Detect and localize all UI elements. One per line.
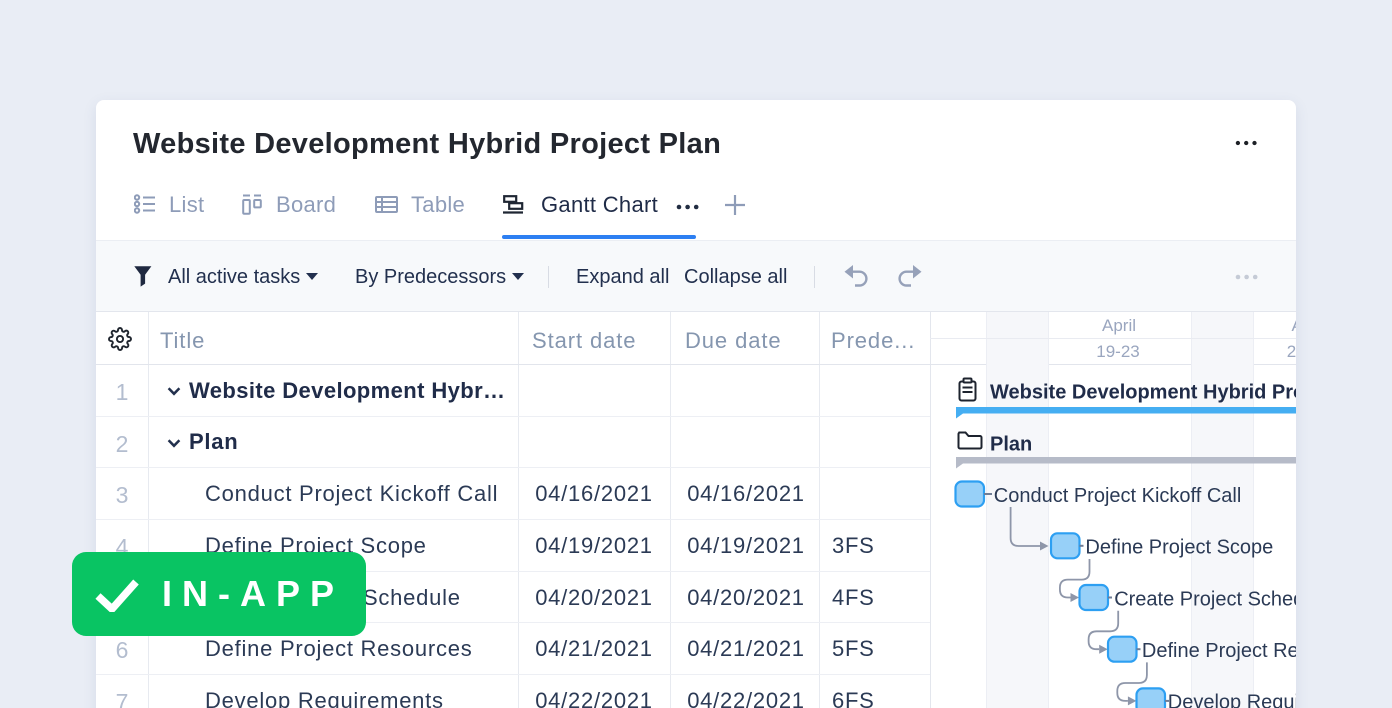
svg-text:April: April — [1102, 316, 1136, 335]
svg-text:Create Project Schedule: Create Project Schedule — [1114, 588, 1296, 610]
svg-text:April: April — [1291, 316, 1296, 335]
svg-text:26-30: 26-30 — [1287, 342, 1296, 361]
svg-text:19-23: 19-23 — [1096, 342, 1139, 361]
svg-text:Develop Requirements: Develop Requirements — [1168, 692, 1296, 708]
svg-text:Define Project Resources: Define Project Resources — [1142, 640, 1296, 662]
svg-text:Plan: Plan — [990, 433, 1032, 455]
svg-text:Define Project Scope: Define Project Scope — [1085, 537, 1273, 559]
svg-text:Conduct Project Kickoff Call: Conduct Project Kickoff Call — [994, 485, 1242, 507]
svg-text:Website Development Hybrid Pro: Website Development Hybrid Pro — [990, 382, 1296, 404]
